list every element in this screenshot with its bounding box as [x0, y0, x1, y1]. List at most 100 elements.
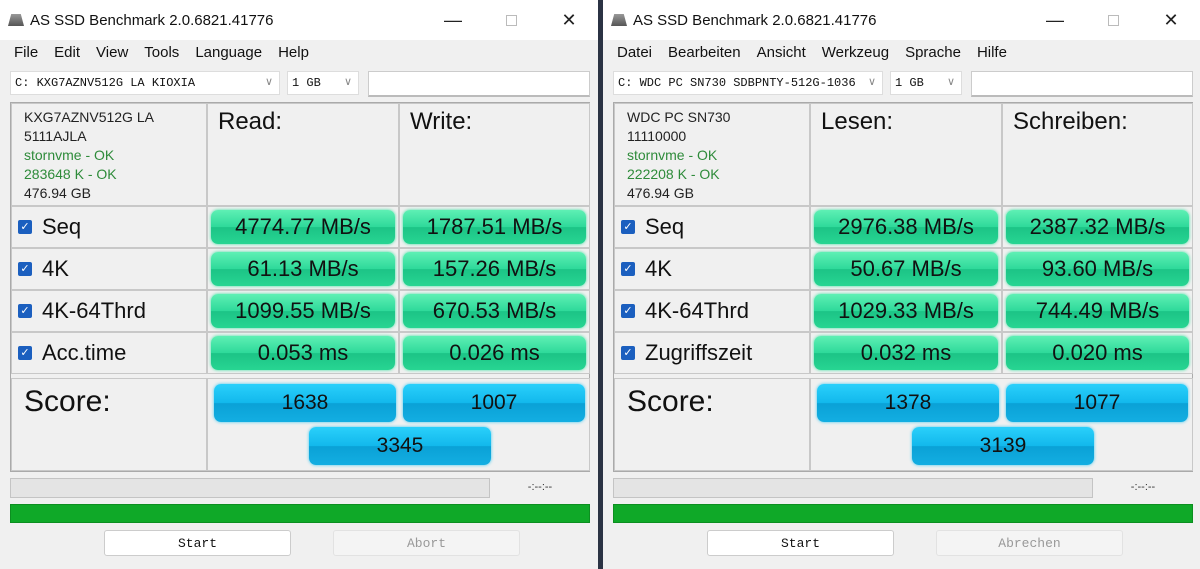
checkbox-checked-icon: ✓ — [621, 304, 635, 318]
driver-status: stornvme - OK — [24, 147, 115, 163]
score-write: 1007 — [403, 384, 585, 422]
4k64-read-value: 1029.33 MB/s — [814, 294, 998, 328]
maximize-button[interactable] — [1084, 0, 1142, 40]
seq-write-value: 2387.32 MB/s — [1006, 210, 1189, 244]
acctime-write-value: 0.020 ms — [1006, 336, 1189, 370]
test-4k-checkbox[interactable]: ✓ 4K — [11, 248, 207, 290]
acctime-read-value: 0.053 ms — [211, 336, 395, 370]
test-label: 4K — [42, 256, 69, 281]
seq-write-cell: 1787.51 MB/s — [399, 206, 590, 248]
drive-select[interactable]: C: WDC PC SN730 SDBPNTY-512G-1036 ∨ — [613, 71, 883, 95]
score-total: 3139 — [912, 427, 1094, 465]
maximize-icon — [1107, 14, 1119, 26]
test-label: 4K-64Thrd — [645, 298, 749, 323]
menu-view[interactable]: Ansicht — [749, 44, 814, 61]
minimize-button[interactable]: — — [1026, 0, 1084, 40]
results-grid: WDC PC SN730 11110000 stornvme - OK 2222… — [613, 102, 1193, 472]
drive-select-value: C: KXG7AZNV512G LA KIOXIA — [15, 76, 196, 90]
4k-read-cell: 61.13 MB/s — [207, 248, 399, 290]
score-read: 1638 — [214, 384, 396, 422]
size-select-value: 1 GB — [292, 76, 321, 90]
acctime-write-cell: 0.026 ms — [399, 332, 590, 374]
seq-read-value: 4774.77 MB/s — [211, 210, 395, 244]
4k64-write-value: 670.53 MB/s — [403, 294, 586, 328]
title-bar: AS SSD Benchmark 2.0.6821.41776 — ✕ — [0, 0, 598, 40]
write-header: Schreiben: — [1002, 103, 1193, 206]
menu-tools[interactable]: Werkzeug — [814, 44, 897, 61]
test-4k-checkbox[interactable]: ✓ 4K — [614, 248, 810, 290]
menu-language[interactable]: Sprache — [897, 44, 969, 61]
chevron-down-icon: ∨ — [343, 75, 352, 88]
as-ssd-window: AS SSD Benchmark 2.0.6821.41776 — ✕ File… — [0, 0, 598, 569]
drive-model: WDC PC SN730 — [627, 109, 731, 125]
4k64-write-cell: 744.49 MB/s — [1002, 290, 1193, 332]
read-header: Read: — [207, 103, 399, 206]
4k-read-value: 50.67 MB/s — [814, 252, 998, 286]
abort-button[interactable]: Abort — [333, 530, 520, 556]
menu-file[interactable]: Datei — [609, 44, 660, 61]
checkbox-checked-icon: ✓ — [621, 220, 635, 234]
drive-capacity: 476.94 GB — [627, 185, 694, 201]
test-label: Zugriffszeit — [645, 340, 753, 365]
driver-status: stornvme - OK — [627, 147, 718, 163]
chevron-down-icon: ∨ — [867, 75, 876, 88]
menu-language[interactable]: Language — [187, 44, 270, 61]
4k64-write-cell: 670.53 MB/s — [399, 290, 590, 332]
seq-write-value: 1787.51 MB/s — [403, 210, 586, 244]
app-drive-icon — [611, 14, 627, 26]
4k-write-cell: 93.60 MB/s — [1002, 248, 1193, 290]
overall-progress-bar — [613, 504, 1193, 523]
menu-help[interactable]: Hilfe — [969, 44, 1015, 61]
close-button[interactable]: ✕ — [540, 0, 598, 40]
abort-button[interactable]: Abrechen — [936, 530, 1123, 556]
menu-help[interactable]: Help — [270, 44, 317, 61]
test-label: 4K — [645, 256, 672, 281]
test-acctime-checkbox[interactable]: ✓ Acc.time — [11, 332, 207, 374]
drive-firmware: 5111AJLA — [24, 128, 87, 144]
4k64-read-cell: 1099.55 MB/s — [207, 290, 399, 332]
elapsed-time: -:--:-- — [527, 481, 553, 493]
chevron-down-icon: ∨ — [264, 75, 273, 88]
menu-edit[interactable]: Edit — [46, 44, 88, 61]
4k64-read-cell: 1029.33 MB/s — [810, 290, 1002, 332]
acctime-write-value: 0.026 ms — [403, 336, 586, 370]
drive-info: WDC PC SN730 11110000 stornvme - OK 2222… — [614, 103, 810, 206]
size-select-value: 1 GB — [895, 76, 924, 90]
test-4k64-checkbox[interactable]: ✓ 4K-64Thrd — [614, 290, 810, 332]
maximize-button[interactable] — [482, 0, 540, 40]
close-button[interactable]: ✕ — [1142, 0, 1200, 40]
score-panel: 1638 1007 3345 — [207, 378, 590, 471]
title-bar: AS SSD Benchmark 2.0.6821.41776 — ✕ — [603, 0, 1200, 40]
checkbox-checked-icon: ✓ — [18, 304, 32, 318]
size-select[interactable]: 1 GB ∨ — [287, 71, 359, 95]
test-label: Seq — [645, 214, 685, 239]
size-select[interactable]: 1 GB ∨ — [890, 71, 962, 95]
drive-select-value: C: WDC PC SN730 SDBPNTY-512G-1036 — [618, 76, 856, 90]
seq-read-value: 2976.38 MB/s — [814, 210, 998, 244]
menu-edit[interactable]: Bearbeiten — [660, 44, 749, 61]
acctime-read-value: 0.032 ms — [814, 336, 998, 370]
menu-view[interactable]: View — [88, 44, 136, 61]
start-button[interactable]: Start — [707, 530, 894, 556]
menu-tools[interactable]: Tools — [136, 44, 187, 61]
drive-model: KXG7AZNV512G LA — [24, 109, 154, 125]
test-4k64-checkbox[interactable]: ✓ 4K-64Thrd — [11, 290, 207, 332]
write-header: Write: — [399, 103, 590, 206]
acctime-read-cell: 0.053 ms — [207, 332, 399, 374]
window-title: AS SSD Benchmark 2.0.6821.41776 — [633, 11, 877, 29]
alignment-status: 283648 K - OK — [24, 166, 117, 182]
4k-write-value: 93.60 MB/s — [1006, 252, 1189, 286]
start-button[interactable]: Start — [104, 530, 291, 556]
test-acctime-checkbox[interactable]: ✓ Zugriffszeit — [614, 332, 810, 374]
score-total: 3345 — [309, 427, 491, 465]
score-label: Score: — [11, 378, 207, 471]
test-seq-checkbox[interactable]: ✓ Seq — [614, 206, 810, 248]
acctime-write-cell: 0.020 ms — [1002, 332, 1193, 374]
elapsed-time: -:--:-- — [1130, 481, 1156, 493]
chevron-down-icon: ∨ — [946, 75, 955, 88]
drive-select[interactable]: C: KXG7AZNV512G LA KIOXIA ∨ — [10, 71, 280, 95]
seq-read-cell: 2976.38 MB/s — [810, 206, 1002, 248]
menu-file[interactable]: File — [6, 44, 46, 61]
test-seq-checkbox[interactable]: ✓ Seq — [11, 206, 207, 248]
minimize-button[interactable]: — — [424, 0, 482, 40]
